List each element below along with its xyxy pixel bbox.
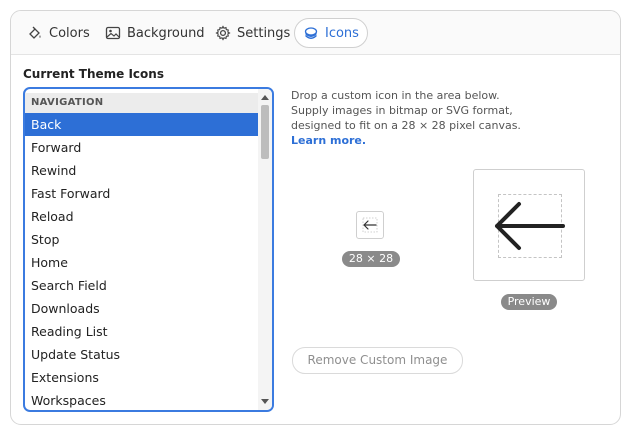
paint-bucket-icon <box>29 26 41 39</box>
tab-colors-label: Colors <box>49 25 90 41</box>
small-icon-drop-well[interactable] <box>356 211 384 239</box>
tab-bar: Colors Background Settings Icons <box>11 11 620 55</box>
section-title: Current Theme Icons <box>23 67 164 81</box>
image-icon <box>105 26 121 40</box>
remove-custom-image-button[interactable]: Remove Custom Image <box>292 347 463 374</box>
icon-size-badge: 28 × 28 <box>342 251 400 267</box>
list-item-downloads[interactable]: Downloads <box>25 297 258 320</box>
list-item-update-status[interactable]: Update Status <box>25 343 258 366</box>
list-item-stop[interactable]: Stop <box>25 228 258 251</box>
icons-stack-icon <box>304 27 318 39</box>
tab-icons-label: Icons <box>325 25 359 41</box>
learn-more-link[interactable]: Learn more. <box>291 134 366 147</box>
tab-settings-label: Settings <box>237 25 291 41</box>
list-item-rewind[interactable]: Rewind <box>25 159 258 182</box>
scroll-up-arrow-icon[interactable] <box>261 95 269 100</box>
back-arrow-small-icon <box>362 217 378 233</box>
theme-panel: Colors Background Settings Icons Current… <box>10 10 621 425</box>
preview-badge: Preview <box>501 294 557 310</box>
list-item-reload[interactable]: Reload <box>25 205 258 228</box>
tab-colors[interactable]: Colors <box>19 18 98 48</box>
back-arrow-preview-icon <box>495 202 565 250</box>
tab-background-label: Background <box>127 25 205 41</box>
tab-background[interactable]: Background <box>97 18 213 48</box>
help-description: Drop a custom icon in the area below. Su… <box>291 89 521 132</box>
list-item-workspaces[interactable]: Workspaces <box>25 389 258 410</box>
list-item-extensions[interactable]: Extensions <box>25 366 258 389</box>
preview-drop-well[interactable] <box>473 169 585 281</box>
icon-listbox[interactable]: NAVIGATION Back Forward Rewind Fast Forw… <box>23 87 274 412</box>
scroll-thumb[interactable] <box>261 105 269 159</box>
list-item-reading-list[interactable]: Reading List <box>25 320 258 343</box>
scroll-down-arrow-icon[interactable] <box>261 399 269 404</box>
tab-settings[interactable]: Settings <box>207 18 298 48</box>
list-item-search-field[interactable]: Search Field <box>25 274 258 297</box>
tab-icons[interactable]: Icons <box>294 18 368 48</box>
list-item-home[interactable]: Home <box>25 251 258 274</box>
list-group-header: NAVIGATION <box>25 93 258 113</box>
help-text: Drop a custom icon in the area below. Su… <box>291 88 536 148</box>
list-item-fast-forward[interactable]: Fast Forward <box>25 182 258 205</box>
list-scrollbar[interactable] <box>258 89 272 410</box>
list-item-forward[interactable]: Forward <box>25 136 258 159</box>
list-item-back[interactable]: Back <box>25 113 258 136</box>
gear-icon <box>215 25 231 41</box>
